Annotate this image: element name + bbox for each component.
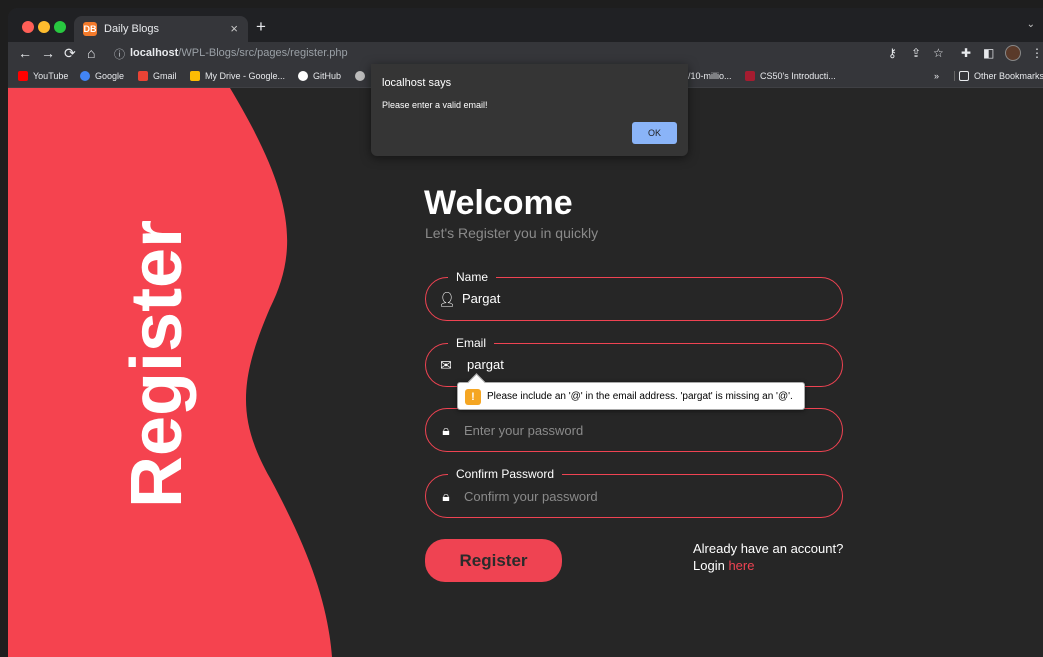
bookmark-label: Gmail xyxy=(153,71,177,81)
google-icon xyxy=(80,71,90,81)
url-path: /WPL-Blogs/src/pages/register.php xyxy=(178,47,348,59)
cs50-icon xyxy=(745,71,755,81)
bookmark-label: GitHub xyxy=(313,71,342,81)
already-account-text: Already have an account? xyxy=(693,541,844,556)
new-tab-button[interactable]: + xyxy=(256,17,266,37)
youtube-icon xyxy=(18,71,28,81)
email-input[interactable]: pargat xyxy=(467,357,504,372)
side-panel-icon[interactable]: ◧ xyxy=(983,46,994,60)
menu-icon[interactable]: ⋮ xyxy=(1031,46,1043,60)
email-label: Email xyxy=(448,336,495,350)
register-button[interactable]: Register xyxy=(425,539,562,582)
tab-search-icon[interactable]: ⌄ xyxy=(1027,19,1035,30)
maximize-window-button[interactable] xyxy=(54,21,66,33)
confirm-password-input[interactable]: Confirm your password xyxy=(464,489,598,504)
forward-icon[interactable]: → xyxy=(41,45,55,61)
tab-close-icon[interactable]: × xyxy=(230,21,238,36)
bookmark-label: Other Bookmarks xyxy=(974,71,1043,81)
home-icon[interactable]: ⌂ xyxy=(87,45,95,61)
confirm-password-label: Confirm Password xyxy=(448,467,563,481)
drive-icon xyxy=(190,71,200,81)
name-input[interactable]: Pargat xyxy=(462,291,500,306)
email-validation-tooltip: ! Please include an '@' in the email add… xyxy=(457,382,805,410)
welcome-heading: Welcome xyxy=(424,184,573,222)
login-here-link[interactable]: here xyxy=(728,558,754,573)
favicon-icon: DB xyxy=(83,22,97,36)
dialog-title: localhost says xyxy=(382,77,452,89)
folder-icon xyxy=(959,71,969,81)
tab-strip: DB Daily Blogs × + ⌄ xyxy=(8,8,1043,42)
bookmarks-overflow-icon[interactable]: » xyxy=(934,71,939,81)
reload-icon[interactable]: ⟳ xyxy=(64,45,76,62)
address-bar[interactable]: ⓘ localhost/WPL-Blogs/src/pages/register… xyxy=(108,45,950,63)
bookmark-label: My Drive - Google... xyxy=(205,71,286,81)
bookmark-youtube[interactable]: YouTube xyxy=(18,71,68,81)
warning-icon: ! xyxy=(465,389,481,405)
password-field[interactable]: 🔒︎ Enter your password xyxy=(425,408,843,452)
key-icon[interactable]: ⚷ xyxy=(888,46,897,60)
alert-dialog: localhost says Please enter a valid emai… xyxy=(371,64,688,156)
github-icon xyxy=(298,71,308,81)
gmail-icon xyxy=(138,71,148,81)
extensions-icon[interactable]: ✚ xyxy=(961,46,971,60)
register-vertical-title: Register xyxy=(117,219,197,508)
profile-avatar[interactable] xyxy=(1005,45,1021,61)
url-host: localhost xyxy=(130,47,179,59)
name-field[interactable]: Name 👤︎ Pargat xyxy=(425,270,843,321)
register-page: Register Welcome Let's Register you in q… xyxy=(8,88,1043,657)
user-icon: 👤︎ xyxy=(438,291,456,307)
bookmark-github[interactable]: GitHub xyxy=(298,71,341,81)
other-bookmarks[interactable]: Other Bookmarks xyxy=(954,71,1043,81)
bookmark-my-drive[interactable]: My Drive - Google... xyxy=(190,71,285,81)
tab-daily-blogs[interactable]: DB Daily Blogs × xyxy=(74,16,248,42)
tab-title: Daily Blogs xyxy=(104,23,160,35)
lock-icon: 🔒︎ xyxy=(442,422,450,438)
bookmark-label: YouTube xyxy=(33,71,69,81)
login-word: Login xyxy=(693,558,725,573)
bookmark-globe[interactable] xyxy=(355,71,370,81)
dialog-message: Please enter a valid email! xyxy=(382,100,488,110)
ok-button[interactable]: OK xyxy=(632,122,677,144)
bookmark-cs50[interactable]: CS50's Introducti... xyxy=(745,71,836,81)
close-window-button[interactable] xyxy=(22,21,34,33)
name-label: Name xyxy=(448,270,497,284)
validation-message: Please include an '@' in the email addre… xyxy=(487,391,793,402)
email-field[interactable]: Email ✉ pargat xyxy=(425,336,843,387)
bookmark-star-icon[interactable]: ☆ xyxy=(933,46,944,60)
confirm-password-field[interactable]: Confirm Password 🔒︎ Confirm your passwor… xyxy=(425,467,843,518)
password-input[interactable]: Enter your password xyxy=(464,423,583,438)
globe-icon xyxy=(355,71,365,81)
lock-icon: 🔒︎ xyxy=(442,488,450,504)
site-info-icon[interactable]: ⓘ xyxy=(114,46,125,62)
welcome-subheading: Let's Register you in quickly xyxy=(425,225,599,241)
url-text: localhost/WPL-Blogs/src/pages/register.p… xyxy=(130,47,348,59)
login-text: Login here xyxy=(693,558,754,573)
envelope-icon: ✉ xyxy=(440,357,452,373)
back-icon[interactable]: ← xyxy=(18,45,32,61)
bookmark-label: Google xyxy=(95,71,125,81)
bookmark-partial[interactable]: /10-millio... xyxy=(688,71,732,81)
bookmark-label: CS50's Introducti... xyxy=(760,71,836,81)
browser-window: DB Daily Blogs × + ⌄ ← → ⟳ ⌂ ⓘ localhost… xyxy=(8,8,1043,657)
share-icon[interactable]: ⇪ xyxy=(911,46,921,60)
bookmark-gmail[interactable]: Gmail xyxy=(138,71,177,81)
browser-toolbar: ← → ⟳ ⌂ ⓘ localhost/WPL-Blogs/src/pages/… xyxy=(8,42,1043,66)
bookmark-google[interactable]: Google xyxy=(80,71,124,81)
minimize-window-button[interactable] xyxy=(38,21,50,33)
